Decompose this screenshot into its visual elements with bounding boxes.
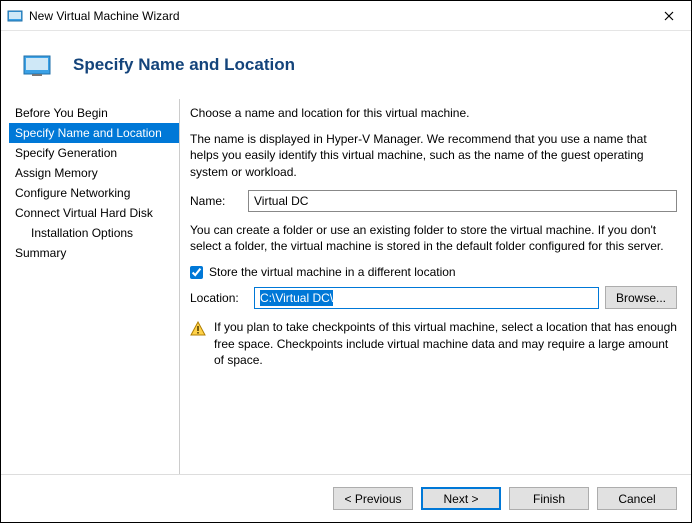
wizard-icon: [23, 53, 53, 77]
browse-button[interactable]: Browse...: [605, 286, 677, 309]
name-input[interactable]: [248, 190, 677, 212]
wizard-header: Specify Name and Location: [1, 31, 691, 99]
wizard-steps-sidebar: Before You BeginSpecify Name and Locatio…: [9, 99, 180, 474]
wizard-window: New Virtual Machine Wizard Specify Name …: [0, 0, 692, 523]
wizard-content: Choose a name and location for this virt…: [180, 99, 691, 474]
titlebar: New Virtual Machine Wizard: [1, 1, 691, 31]
app-icon: [7, 8, 23, 24]
wizard-step[interactable]: Summary: [9, 243, 179, 263]
page-title: Specify Name and Location: [73, 55, 295, 75]
wizard-step[interactable]: Installation Options: [9, 223, 179, 243]
folder-help-text: You can create a folder or use an existi…: [190, 222, 677, 254]
close-icon[interactable]: [646, 1, 691, 31]
location-input[interactable]: C:\Virtual DC\: [254, 287, 599, 309]
location-label: Location:: [190, 290, 248, 306]
name-help-text: The name is displayed in Hyper-V Manager…: [190, 131, 677, 180]
cancel-button[interactable]: Cancel: [597, 487, 677, 510]
previous-button[interactable]: < Previous: [333, 487, 413, 510]
store-different-location-checkbox[interactable]: [190, 266, 203, 279]
name-label: Name:: [190, 193, 248, 209]
window-title: New Virtual Machine Wizard: [29, 9, 646, 23]
store-different-location-label[interactable]: Store the virtual machine in a different…: [209, 264, 456, 280]
intro-text: Choose a name and location for this virt…: [190, 105, 677, 121]
warning-text: If you plan to take checkpoints of this …: [214, 319, 677, 368]
wizard-step[interactable]: Configure Networking: [9, 183, 179, 203]
wizard-step[interactable]: Connect Virtual Hard Disk: [9, 203, 179, 223]
finish-button[interactable]: Finish: [509, 487, 589, 510]
next-button[interactable]: Next >: [421, 487, 501, 510]
wizard-footer: < Previous Next > Finish Cancel: [1, 474, 691, 522]
wizard-step[interactable]: Before You Begin: [9, 103, 179, 123]
wizard-step[interactable]: Specify Generation: [9, 143, 179, 163]
wizard-step[interactable]: Specify Name and Location: [9, 123, 179, 143]
warning-icon: [190, 321, 206, 337]
wizard-step[interactable]: Assign Memory: [9, 163, 179, 183]
